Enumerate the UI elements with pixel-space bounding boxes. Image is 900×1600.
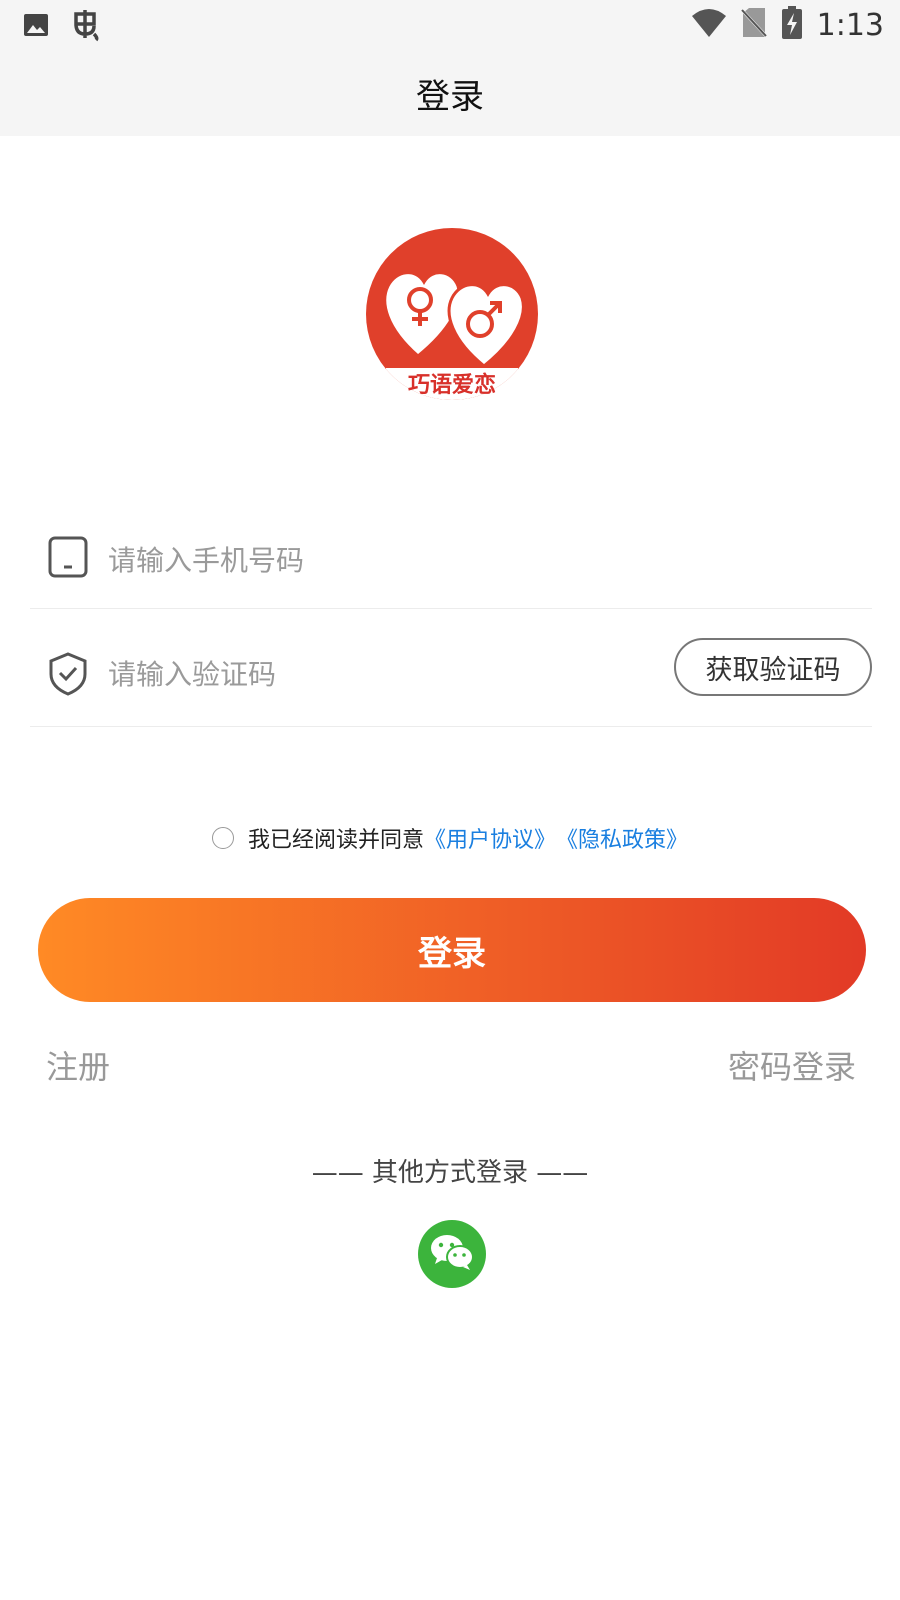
wechat-login-button[interactable] <box>418 1220 486 1288</box>
phone-input[interactable] <box>108 512 628 608</box>
login-button[interactable]: 登录 <box>38 898 866 1002</box>
no-sim-icon <box>739 7 768 43</box>
user-agreement-link[interactable]: 《用户协议》 <box>424 822 556 854</box>
phone-icon <box>48 536 88 582</box>
status-time: 1:13 <box>816 7 884 43</box>
get-code-button[interactable]: 获取验证码 <box>674 638 872 696</box>
register-link[interactable]: 注册 <box>46 1042 110 1088</box>
page-title: 登录 <box>416 76 484 117</box>
phone-input-row <box>30 512 872 609</box>
agreement-text: 我已经阅读并同意 <box>247 828 424 853</box>
app-logo: 巧语爱恋 <box>366 228 538 400</box>
shield-check-icon <box>48 652 88 700</box>
other-login-label: —— 其他方式登录 —— <box>311 1158 589 1188</box>
image-icon <box>22 11 50 43</box>
battery-charging-icon <box>781 6 803 44</box>
wifi-icon <box>691 8 727 42</box>
agreement-checkbox[interactable] <box>211 827 234 849</box>
agreement-row: 我已经阅读并同意 《用户协议》 《隐私政策》 <box>0 822 900 854</box>
privacy-policy-link[interactable]: 《隐私政策》 <box>556 822 688 854</box>
password-login-link[interactable]: 密码登录 <box>728 1042 856 1088</box>
status-bar: 1:13 <box>0 0 900 50</box>
wechat-icon <box>429 1232 475 1276</box>
verification-code-input[interactable] <box>108 622 628 726</box>
app-header: 登录 <box>0 50 900 136</box>
logo-text: 巧语爱恋 <box>408 372 496 398</box>
code-input-row: 获取验证码 <box>30 622 872 727</box>
bug-icon <box>68 8 102 46</box>
